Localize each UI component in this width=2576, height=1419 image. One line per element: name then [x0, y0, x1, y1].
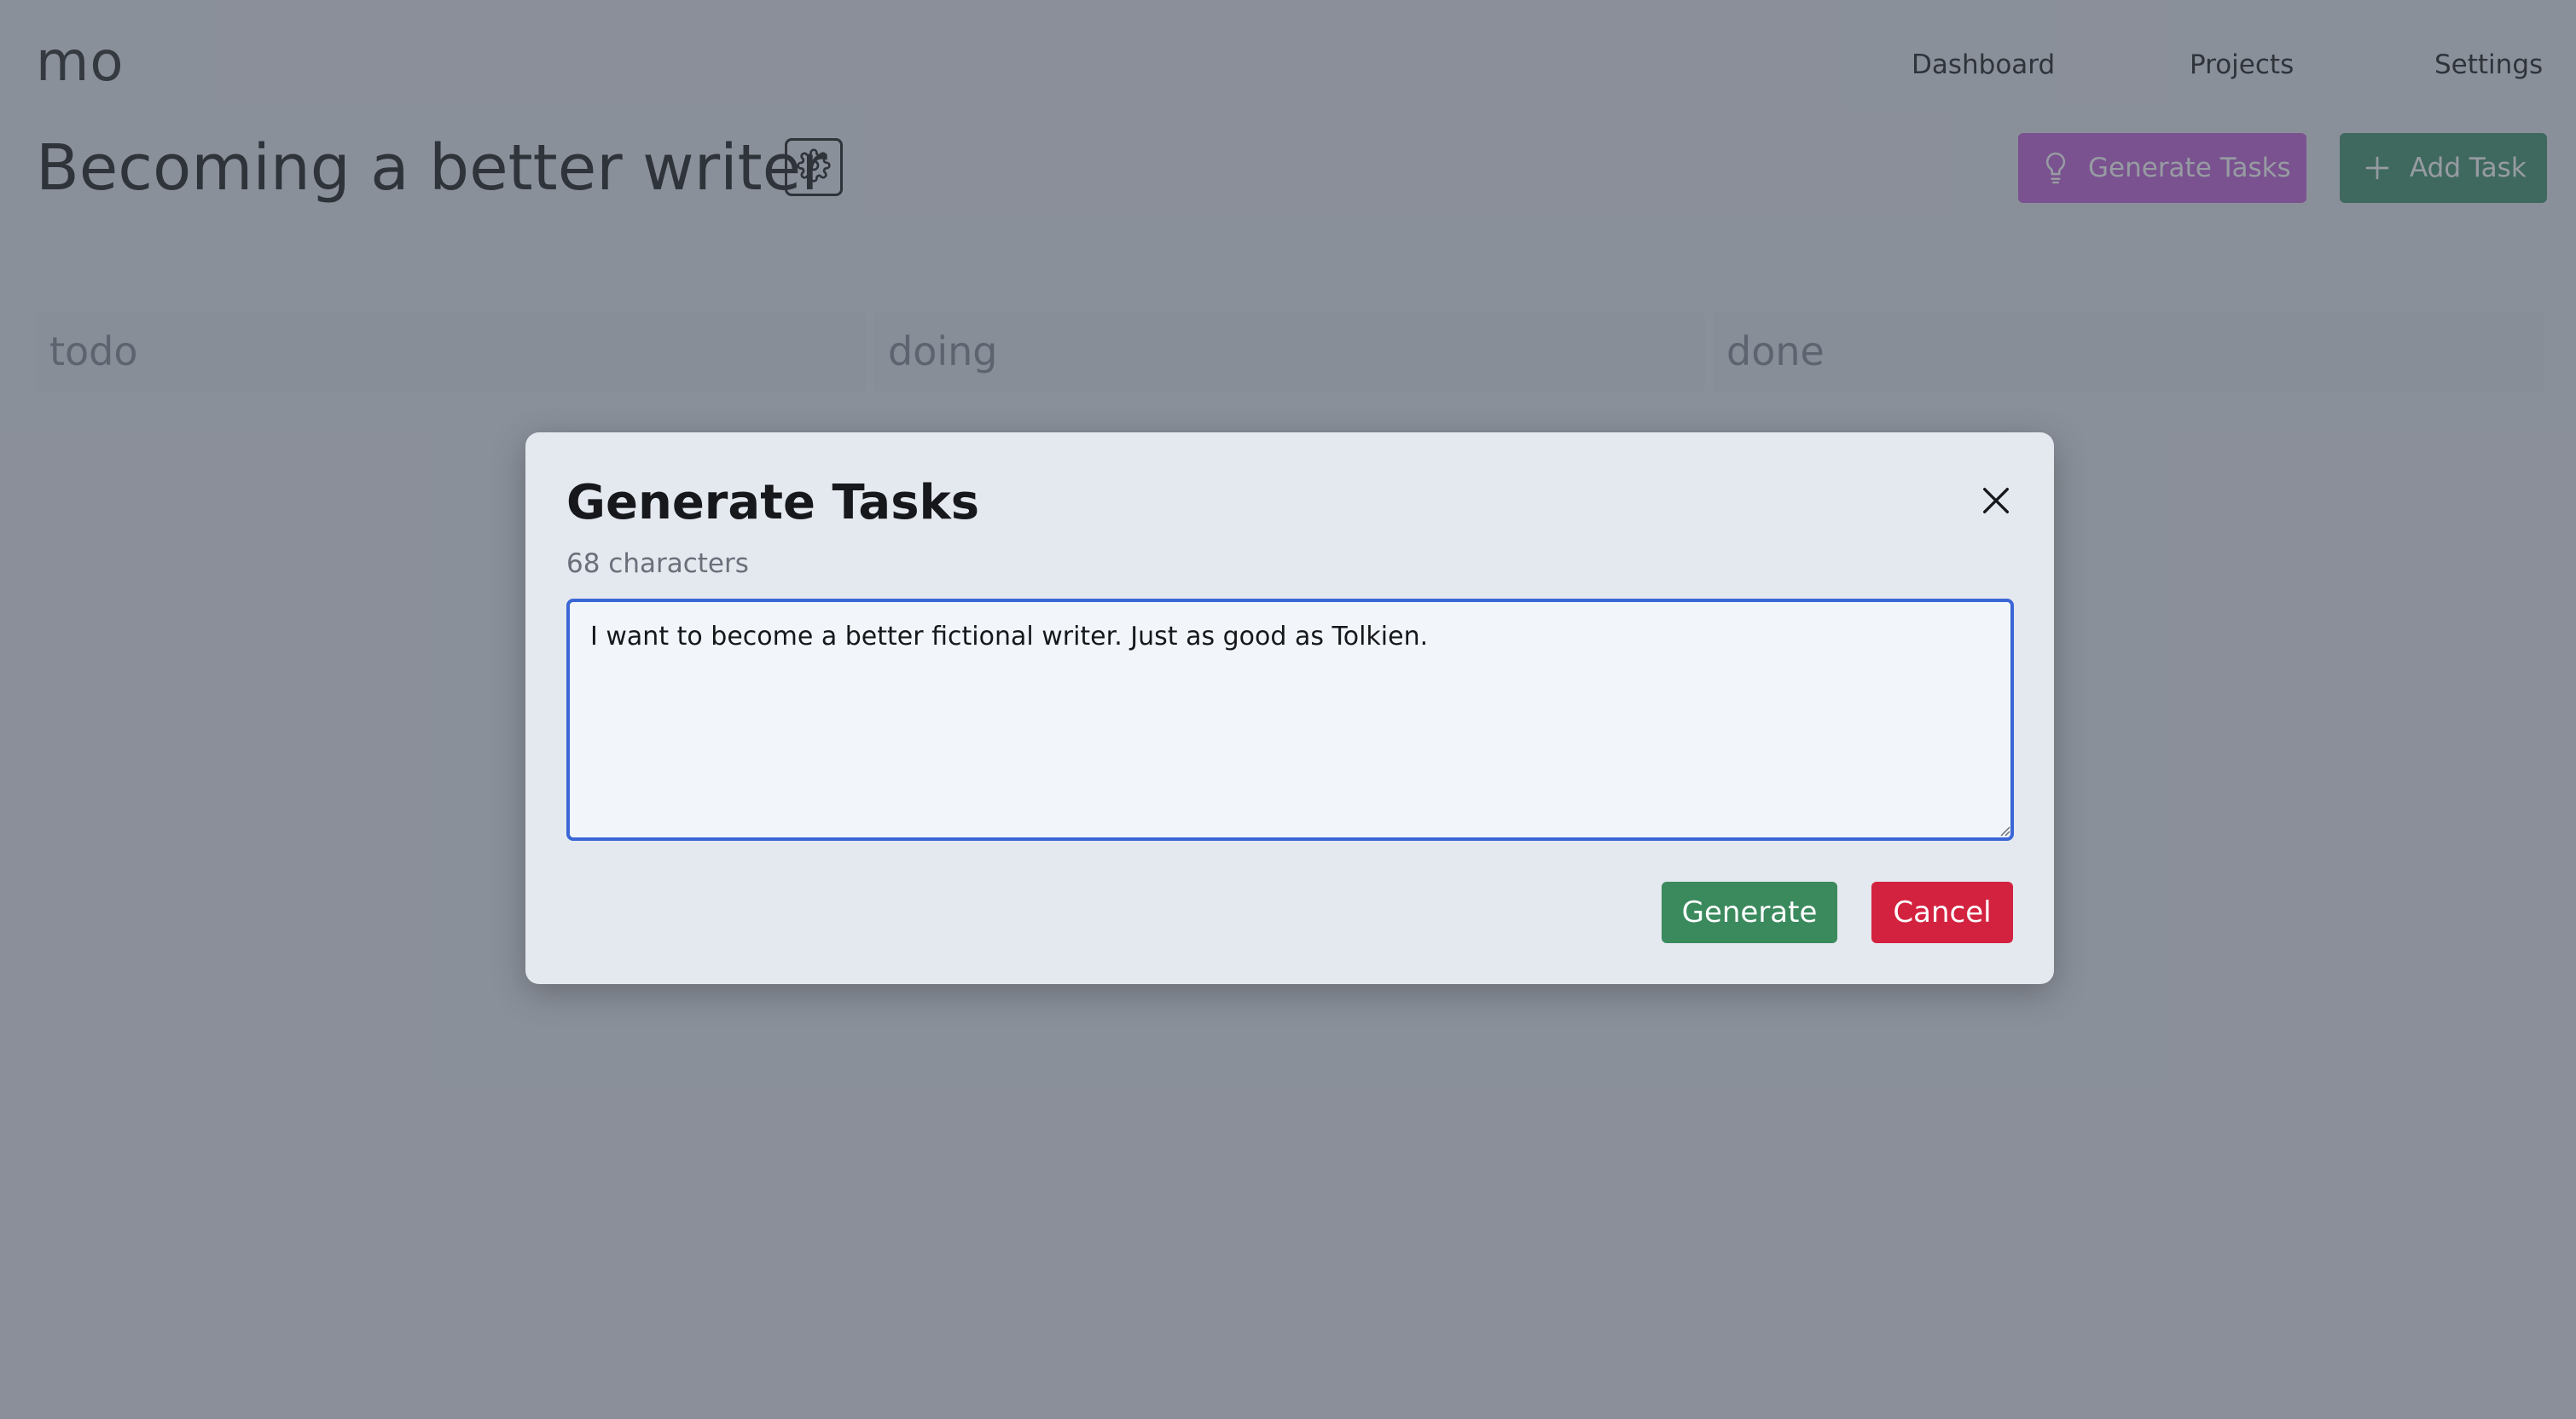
- close-icon: [1979, 484, 2013, 521]
- close-dialog-button[interactable]: [1970, 477, 2022, 528]
- cancel-button[interactable]: Cancel: [1871, 882, 2013, 943]
- app-root: mo Dashboard Projects Settings Becoming …: [0, 0, 2576, 1419]
- resize-handle-icon[interactable]: [1997, 823, 2010, 837]
- generate-tasks-dialog: Generate Tasks 68 characters I want to b…: [525, 432, 2054, 984]
- character-count: 68 characters: [566, 548, 749, 579]
- dialog-title: Generate Tasks: [566, 475, 980, 530]
- generate-button[interactable]: Generate: [1662, 882, 1837, 943]
- prompt-textarea[interactable]: I want to become a better fictional writ…: [566, 599, 2014, 841]
